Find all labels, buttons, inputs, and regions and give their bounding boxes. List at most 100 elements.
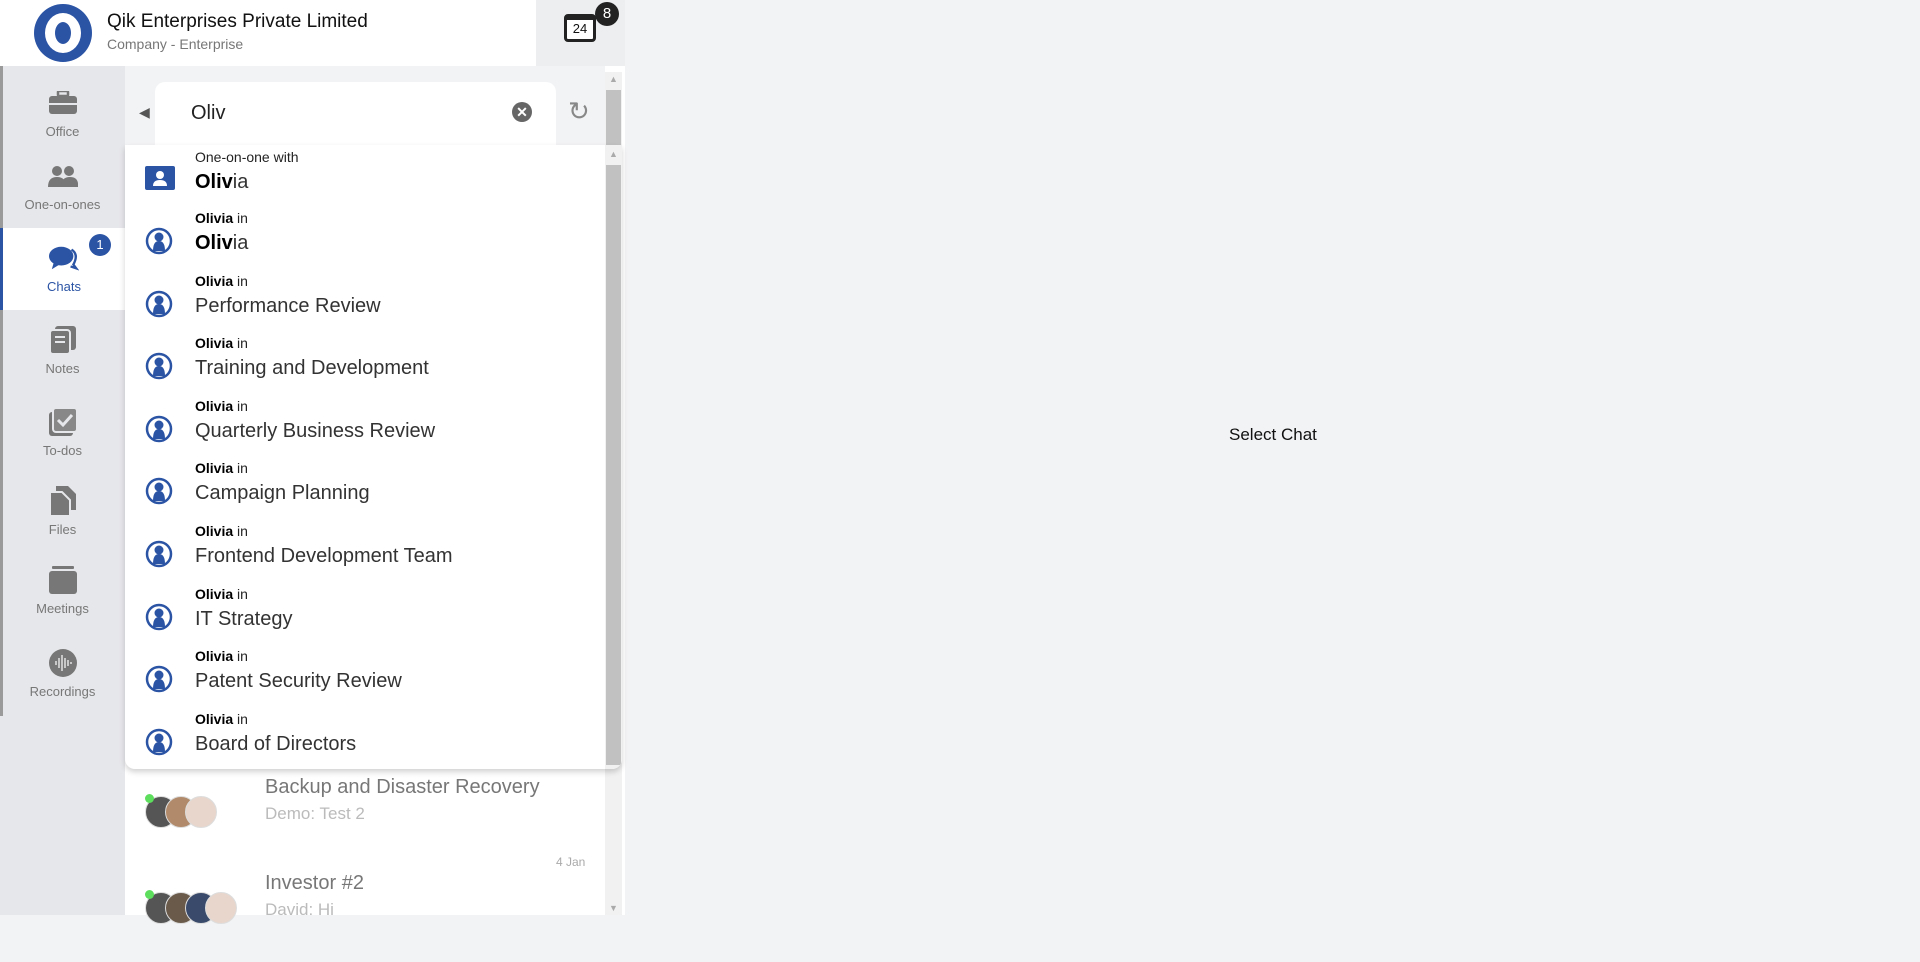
sidebar-item-label: Notes: [45, 360, 80, 376]
users-icon: [47, 163, 78, 189]
result-title: Performance Review: [195, 295, 381, 318]
chat-list-item[interactable]: Investor #2 David: Hi: [125, 872, 605, 962]
result-context: Olivia in: [195, 460, 248, 477]
sidebar-item-label: One-on-ones: [24, 197, 101, 212]
match-highlight: Oliv: [195, 232, 233, 254]
search-result-item[interactable]: Olivia in Training and Development: [125, 331, 605, 393]
sidebar-item-files[interactable]: Files: [0, 474, 125, 550]
audio-wave-icon: [48, 649, 78, 677]
search-result-item[interactable]: Olivia in Performance Review: [125, 269, 605, 331]
group-member-icon: [145, 478, 173, 505]
one-on-one-icon: [145, 166, 175, 190]
result-title: Board of Directors: [195, 733, 356, 756]
search-result-item[interactable]: Olivia in Olivia: [125, 206, 605, 268]
group-member-icon: [145, 415, 173, 443]
sidebar-item-label: Files: [48, 521, 77, 537]
collapse-arrow-icon[interactable]: ◀: [139, 104, 150, 121]
result-context: Olivia in: [195, 585, 248, 602]
sidebar-item-label: Chats: [47, 278, 81, 294]
chat-name: Campaign Planning: [195, 482, 370, 505]
search-result-item[interactable]: Olivia in Quarterly Business Review: [125, 394, 605, 456]
result-title: Campaign Planning: [195, 482, 370, 505]
result-context: Olivia in: [195, 648, 248, 665]
search-box: [155, 82, 556, 146]
chat-icon: [49, 245, 79, 271]
chat-title: Backup and Disaster Recovery: [265, 776, 540, 798]
chat-name: IT Strategy: [195, 607, 293, 630]
search-result-item[interactable]: Olivia in Patent Security Review: [125, 644, 605, 706]
search-input[interactable]: [191, 102, 491, 125]
online-indicator: [145, 794, 154, 803]
result-context: Olivia in: [195, 710, 248, 727]
result-title: Patent Security Review: [195, 670, 402, 693]
chat-list-item[interactable]: Backup and Disaster Recovery Demo: Test 2: [125, 776, 605, 866]
sidebar-item-chats[interactable]: Chats 1: [0, 228, 125, 310]
empty-state-text: Select Chat: [1229, 425, 1317, 444]
dropdown-scrollbar[interactable]: ▲: [605, 145, 622, 769]
sidebar-item-label: Recordings: [29, 684, 96, 699]
sidebar-item-office[interactable]: Office: [0, 81, 125, 147]
chat-name: Patent Security Review: [195, 670, 402, 693]
group-member-icon: [145, 603, 173, 630]
company-name: Qik Enterprises Private Limited: [107, 11, 368, 32]
chat-name: Frontend Development Team: [195, 545, 453, 567]
briefcase-icon: [48, 90, 78, 116]
sidebar-item-label: To-dos: [42, 442, 83, 458]
checkbox-icon: [48, 407, 78, 436]
result-title: Frontend Development Team: [195, 545, 453, 568]
search-result-item[interactable]: One-on-one with Olivia: [125, 145, 605, 207]
member-name: Olivia: [195, 585, 234, 602]
search-result-item[interactable]: Olivia in Board of Directors: [125, 707, 605, 769]
chat-title: Investor #2: [265, 872, 364, 894]
files-icon: [48, 485, 78, 516]
group-member-icon: [145, 290, 173, 317]
online-indicator: [145, 890, 154, 899]
avatar: [205, 892, 237, 924]
sidebar-item-one-on-ones[interactable]: One-on-ones: [0, 147, 125, 228]
group-member-icon: [145, 728, 173, 756]
sidebar-item-to-dos[interactable]: To-dos: [0, 392, 125, 474]
search-result-item[interactable]: Olivia in Campaign Planning: [125, 456, 605, 518]
result-title: Quarterly Business Review: [195, 420, 435, 443]
calendar-icon[interactable]: 24: [564, 14, 596, 42]
group-member-icon: [145, 665, 173, 693]
result-context: Olivia in: [195, 210, 248, 226]
member-name: Olivia: [195, 397, 234, 414]
chat-name: Quarterly Business Review: [195, 419, 436, 442]
clear-search-icon[interactable]: ✕: [512, 102, 532, 122]
member-name: Olivia: [195, 210, 234, 226]
group-member-icon: [145, 540, 173, 568]
result-context: Olivia in: [195, 272, 248, 289]
member-name: Olivia: [195, 335, 234, 352]
refresh-icon[interactable]: ↻: [568, 96, 590, 127]
member-name: Olivia: [195, 523, 234, 539]
chat-last-message: David: Hi: [265, 900, 334, 919]
search-result-item[interactable]: Olivia in Frontend Development Team: [125, 519, 605, 581]
company-logo[interactable]: [34, 4, 92, 62]
result-context: Olivia in: [195, 523, 248, 539]
chat-name: Training and Development: [195, 357, 429, 380]
result-context: Olivia in: [195, 397, 248, 414]
result-context: Olivia in: [195, 335, 248, 352]
avatar: [185, 796, 217, 828]
unread-badge: 1: [89, 234, 111, 256]
member-name: Olivia: [195, 710, 234, 727]
match-highlight: Oliv: [195, 171, 233, 193]
chat-date: 4 Jan: [556, 855, 586, 869]
sidebar-item-recordings[interactable]: Recordings: [0, 633, 125, 716]
member-name: Olivia: [195, 272, 234, 289]
member-name: Olivia: [195, 648, 234, 665]
sidebar-item-notes[interactable]: Notes: [0, 310, 125, 392]
result-title: Olivia: [195, 171, 249, 193]
search-result-item[interactable]: Olivia in IT Strategy: [125, 582, 605, 644]
chat-name: Performance Review: [195, 294, 381, 317]
search-results-dropdown: ▲ One-on-one with Olivia Olivia in Olivia Ol…: [125, 145, 622, 769]
group-member-icon: [145, 227, 173, 255]
result-context: One-on-one with: [195, 149, 299, 165]
company-type: Company - Enterprise: [107, 36, 244, 52]
result-title: IT Strategy: [195, 608, 292, 631]
sidebar-item-meetings[interactable]: Meetings: [0, 550, 125, 633]
chat-name: Board of Directors: [195, 732, 357, 755]
calendar-icon: [48, 566, 78, 594]
notes-icon: [48, 325, 78, 354]
